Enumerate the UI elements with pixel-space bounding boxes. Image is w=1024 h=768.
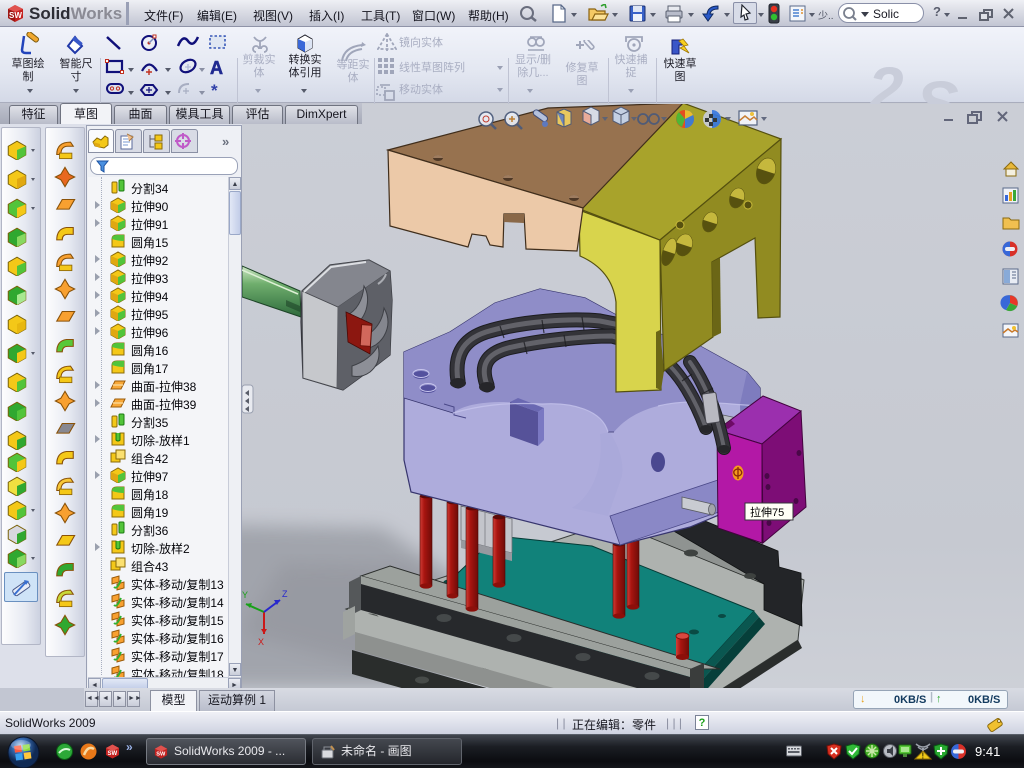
svg-text:A: A — [210, 58, 223, 78]
svg-text:Z: Z — [282, 589, 288, 599]
svg-text:Y: Y — [242, 590, 248, 600]
svg-text:SW: SW — [9, 11, 22, 20]
svg-text:!: ! — [922, 752, 925, 761]
svg-text:SW: SW — [108, 751, 118, 757]
svg-text:*: * — [211, 81, 218, 96]
svg-text:X: X — [258, 637, 264, 647]
svg-text:SW: SW — [156, 751, 166, 757]
svg-text:拉伸75: 拉伸75 — [750, 505, 784, 519]
